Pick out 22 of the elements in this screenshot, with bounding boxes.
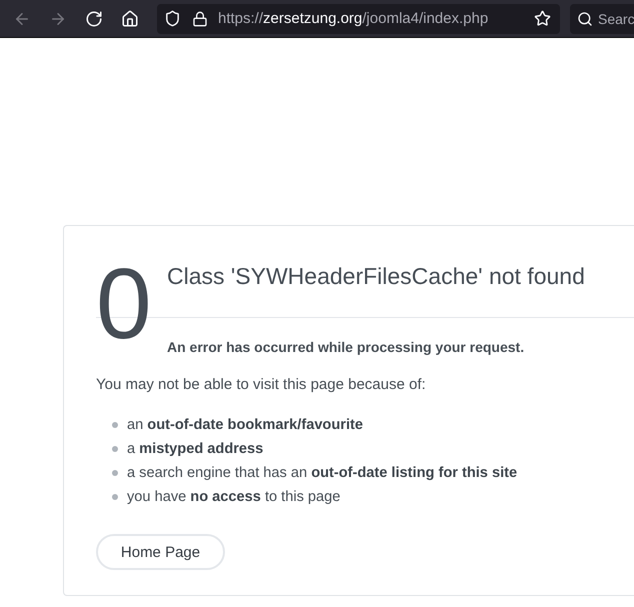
bullet-icon [112, 470, 118, 476]
error-title: Class 'SYWHeaderFilesCache' not found [167, 262, 586, 291]
error-code: 0 [96, 254, 152, 354]
reason-text: an out-of-date bookmark/favourite [127, 416, 363, 435]
search-icon [577, 10, 593, 26]
search-field[interactable]: Searc [570, 4, 634, 34]
url-text: https://zersetzung.org/joomla4/index.php [218, 10, 488, 27]
lock-icon[interactable] [192, 10, 208, 26]
error-subtitle: An error has occurred while processing your request. [167, 338, 526, 357]
shield-icon[interactable] [164, 10, 181, 27]
bullet-icon [112, 494, 118, 500]
bullet-icon [112, 422, 118, 428]
home-page-button[interactable]: Home Page [96, 534, 225, 570]
house-icon [121, 10, 139, 28]
star-icon[interactable] [534, 10, 551, 27]
bullet-icon [112, 446, 118, 452]
intro-text: You may not be able to visit this page because of: [96, 375, 427, 395]
reload-icon [85, 10, 103, 28]
address-bar[interactable]: https://zersetzung.org/joomla4/index.php [157, 4, 560, 34]
reason-text: a search engine that has an out-of-date listing for this site [127, 464, 518, 483]
reason-text: you have no access to this page [127, 488, 340, 507]
reason-text: a mistyped address [127, 440, 264, 459]
